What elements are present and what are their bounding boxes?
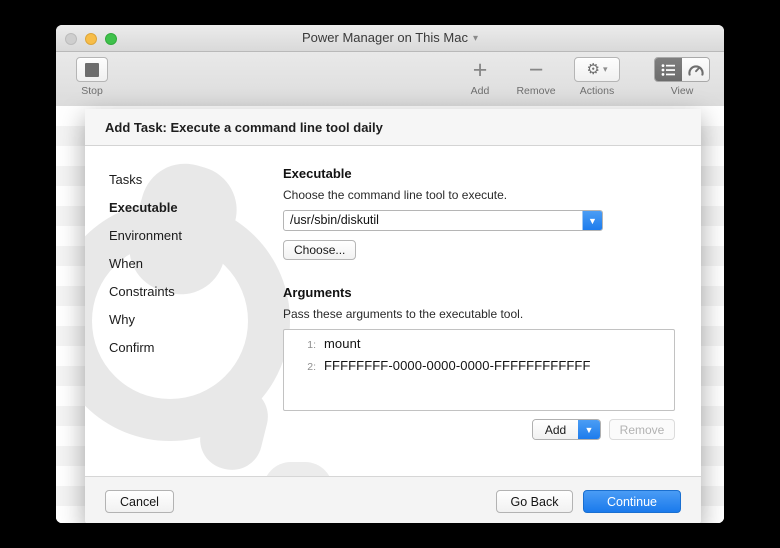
executable-description: Choose the command line tool to execute. [283,188,508,202]
toolbar-add-label: Add [470,85,490,97]
sidebar-item-when[interactable]: When [109,250,259,278]
view-segmented-control [654,57,710,82]
sidebar-item-label: Why [109,312,135,327]
toolbar-actions-button[interactable]: ⚙ ▾ Actions [564,57,630,97]
plus-icon: + [472,55,488,84]
sidebar-item-confirm[interactable]: Confirm [109,334,259,362]
toolbar-remove-button[interactable]: − Remove [508,57,564,97]
arguments-heading: Arguments [283,285,352,300]
go-back-button-label: Go Back [510,494,559,509]
arguments-description: Pass these arguments to the executable t… [283,307,524,321]
window-titlebar: Power Manager on This Mac ▾ [56,25,724,52]
list-view-glyph [661,63,675,76]
main-toolbar: Stop + Add − Remove ⚙ ▾ Actions View [56,52,724,107]
toolbar-view-label: View [670,85,694,97]
remove-argument-label: Remove [619,422,665,437]
actions-button-frame: ⚙ ▾ [574,57,620,82]
title-chevron-down-icon[interactable]: ▾ [473,33,478,44]
choose-button[interactable]: Choose... [283,240,357,260]
argument-index: 1: [307,339,316,351]
arguments-list[interactable]: 1: mount 2: FFFFFFFF-0000-0000-0000-FFFF… [283,329,675,411]
remove-button-frame: − [516,57,556,82]
choose-button-label: Choose... [294,243,346,257]
sheet-header: Add Task: Execute a command line tool da… [85,109,701,146]
add-button-frame: + [460,57,500,82]
executable-heading: Executable [283,166,352,181]
sidebar-item-label: When [109,256,143,271]
add-argument-split-button[interactable]: Add ▼ [532,419,601,440]
window-title: Power Manager on This Mac ▾ [56,30,724,45]
go-back-button[interactable]: Go Back [496,490,573,513]
toolbar-stop-button[interactable]: Stop [64,57,120,97]
executable-path-combobox[interactable]: /usr/sbin/diskutil ▼ [283,210,603,231]
list-item[interactable]: 2: FFFFFFFF-0000-0000-0000-FFFFFFFFFFFF [284,358,674,380]
add-argument-label[interactable]: Add [533,420,578,439]
sidebar-item-environment[interactable]: Environment [109,222,259,250]
argument-value: mount [324,336,361,351]
sidebar-item-why[interactable]: Why [109,306,259,334]
sheet-step-list: Tasks Executable Environment When Constr… [109,166,259,362]
sheet-title: Add Task: Execute a command line tool da… [105,119,383,135]
gauge-view-icon[interactable] [682,58,709,81]
toolbar-add-button[interactable]: + Add [452,57,508,97]
actions-chevron-down-icon: ▾ [602,64,608,74]
argument-value: FFFFFFFF-0000-0000-0000-FFFFFFFFFFFF [324,358,591,373]
toolbar-actions-label: Actions [579,85,615,97]
sheet-footer: Cancel Go Back Continue [85,476,701,523]
combobox-chevron-down-icon[interactable]: ▼ [582,211,602,230]
toolbar-stop-label: Stop [81,85,103,97]
sidebar-item-label: Confirm [109,340,155,355]
app-window: Power Manager on This Mac ▾ Stop + Add − [56,25,724,523]
add-task-sheet: Add Task: Execute a command line tool da… [85,109,701,523]
stop-square-icon [85,62,99,77]
continue-button[interactable]: Continue [583,490,681,513]
toolbar-view-control[interactable]: View [654,57,710,97]
cancel-button[interactable]: Cancel [105,490,174,513]
list-item[interactable]: 1: mount [284,336,674,358]
executable-panel: Executable Choose the command line tool … [283,166,683,440]
stop-button-frame [76,57,108,82]
remove-argument-button: Remove [609,419,675,440]
sidebar-item-tasks[interactable]: Tasks [109,166,259,194]
sidebar-item-label: Constraints [109,284,175,299]
minus-icon: − [528,55,544,84]
list-view-icon[interactable] [655,58,682,81]
sidebar-item-label: Executable [109,200,178,215]
window-title-text: Power Manager on This Mac [302,30,468,45]
sidebar-item-label: Environment [109,228,182,243]
sidebar-item-label: Tasks [109,172,143,187]
executable-path-value[interactable]: /usr/sbin/diskutil [284,211,582,230]
argument-index: 2: [307,361,316,373]
arguments-controls: Add ▼ Remove [283,419,675,440]
continue-button-label: Continue [606,494,658,509]
sidebar-item-constraints[interactable]: Constraints [109,278,259,306]
screenshot-root: Power Manager on This Mac ▾ Stop + Add − [0,0,780,548]
gear-icon: ⚙ [586,60,600,78]
add-argument-chevron-down-icon[interactable]: ▼ [578,420,600,439]
toolbar-remove-label: Remove [516,85,556,97]
gauge-view-glyph [687,64,704,76]
cancel-button-label: Cancel [120,494,159,509]
sheet-body: Tasks Executable Environment When Constr… [85,146,701,476]
sidebar-item-executable[interactable]: Executable [109,194,259,222]
